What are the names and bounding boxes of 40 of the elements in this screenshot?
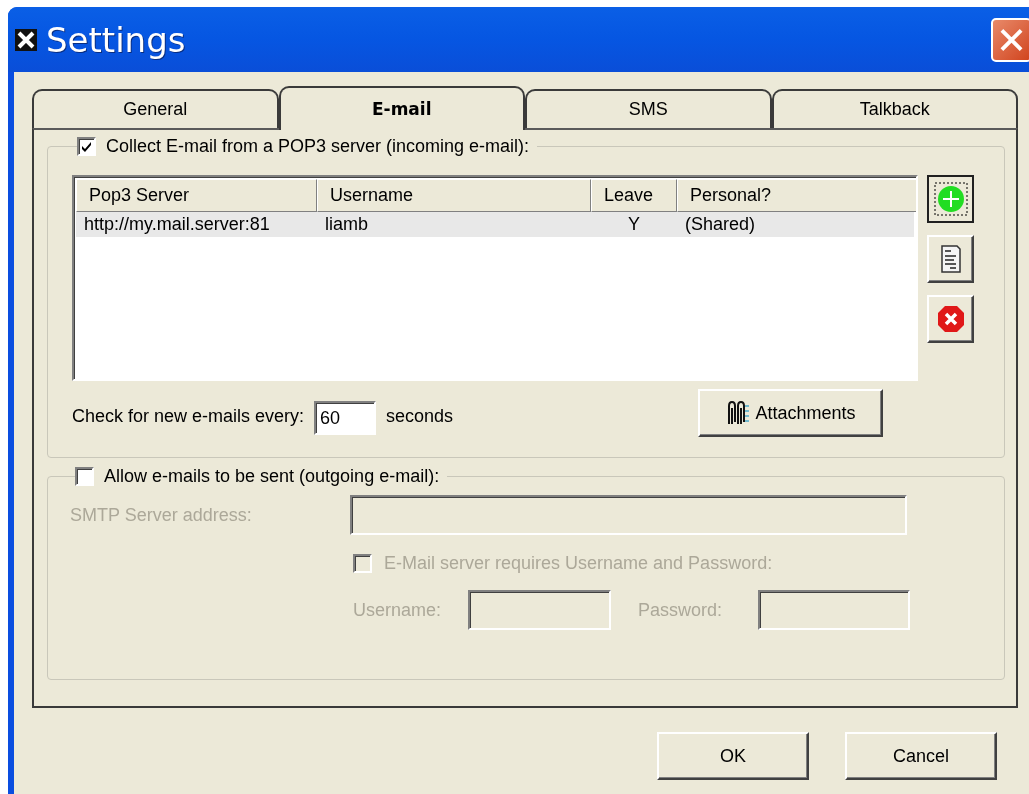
dialog-button[interactable]: Cancel [845,732,997,780]
column-header[interactable]: Username [317,179,591,212]
delete-button[interactable] [927,295,974,343]
close-button[interactable] [991,17,1029,62]
checkbox[interactable] [353,554,372,573]
table-cell-text: (Shared) [684,213,757,236]
add-button[interactable] [927,175,974,223]
window-title: Settings [46,19,186,60]
table-cell-text: Y [627,213,641,236]
column-header[interactable]: Pop3 Server [76,179,317,212]
checkbox-label: E-Mail server requires Username and Password: [384,553,773,574]
tab[interactable]: E-mail [278,86,525,130]
document-icon [939,244,962,274]
table-cell-text: liamb [324,213,369,236]
checkbox-label: Allow e-mails to be sent (outgoing e-mail): [104,466,440,487]
tab[interactable]: SMS [525,89,772,128]
checkbox-label: Collect E-mail from a POP3 server (incoming e-mail): [106,136,530,157]
checkbox[interactable] [75,467,94,486]
smtp-label: SMTP Server address: [70,504,253,526]
column-header[interactable]: Leave [591,179,677,212]
table-cell-text: http://my.mail.server:81 [83,213,271,236]
attachments-button[interactable]: Attachments [698,389,884,437]
tab[interactable]: General [32,89,279,128]
unit-label: seconds [386,405,455,427]
checkbox[interactable] [77,137,96,156]
password-label: Password: [638,599,724,621]
check-icon [80,140,93,153]
dialog-button[interactable]: OK [657,732,809,780]
delete-icon [936,305,965,333]
tab[interactable]: Talkback [771,89,1018,128]
edit-button[interactable] [927,235,974,283]
interval-label: Check for new e-mails every: [72,405,305,427]
list-row[interactable]: http://my.mail.server:81 liamb Y (Shared) [76,212,914,237]
interval-field[interactable]: 60 [314,401,377,435]
username-label: Username: [353,599,443,621]
app-icon [14,27,38,52]
plus-icon [933,182,968,216]
paperclip-icon [725,400,750,426]
close-icon [999,26,1024,53]
column-header[interactable]: Personal? [677,179,916,212]
